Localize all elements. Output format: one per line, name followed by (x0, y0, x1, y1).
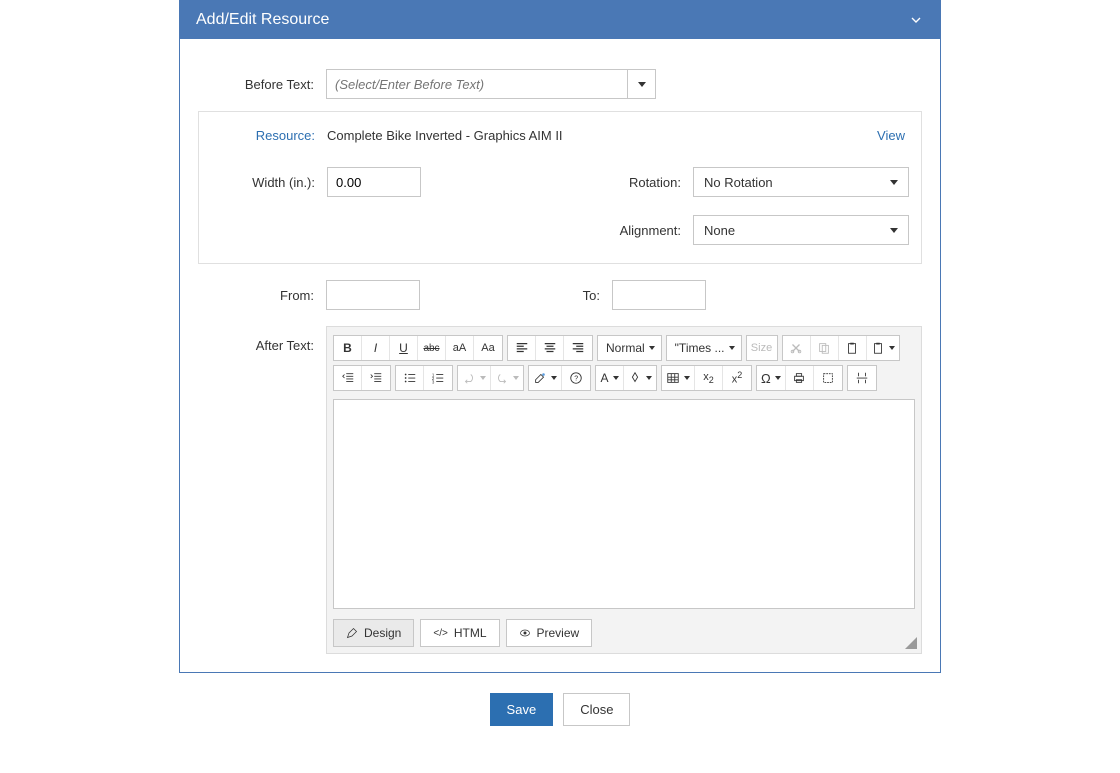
strikethrough-button[interactable]: abc (418, 336, 446, 360)
code-icon: </> (433, 628, 447, 639)
from-input[interactable] (326, 280, 420, 310)
to-input[interactable] (612, 280, 706, 310)
align-left-button[interactable] (508, 336, 536, 360)
print-button[interactable] (786, 366, 814, 390)
before-text-combo[interactable] (326, 69, 656, 99)
modal-header: Add/Edit Resource (180, 1, 940, 39)
rotation-select[interactable]: No Rotation (693, 167, 909, 197)
help-button[interactable]: ? (562, 366, 590, 390)
width-label: Width (in.): (199, 175, 327, 190)
paragraph-format-select[interactable]: Normal (598, 336, 661, 360)
superscript-button[interactable]: x2 (723, 366, 751, 390)
italic-button[interactable]: I (362, 336, 390, 360)
rotation-value: No Rotation (704, 175, 773, 190)
before-text-input[interactable] (327, 70, 627, 98)
format-painter-button[interactable] (529, 366, 562, 390)
number-list-button[interactable]: 123 (424, 366, 452, 390)
font-family-select[interactable]: "Times ... (667, 336, 741, 360)
resource-name: Complete Bike Inverted - Graphics AIM II (327, 128, 563, 143)
close-button[interactable]: Close (563, 693, 630, 726)
svg-text:?: ? (574, 376, 578, 383)
subscript-button[interactable]: x2 (695, 366, 723, 390)
pencil-icon (346, 627, 358, 639)
preview-tab[interactable]: Preview (506, 619, 593, 647)
add-edit-resource-modal: Add/Edit Resource Before Text: View Reso… (179, 0, 941, 673)
eye-icon (519, 627, 531, 639)
resize-handle[interactable] (905, 637, 917, 649)
rotation-label: Rotation: (613, 175, 693, 190)
modal-body: Before Text: View Resource: Complete Bik… (180, 39, 940, 672)
align-center-button[interactable] (536, 336, 564, 360)
highlight-color-button[interactable] (624, 366, 656, 390)
design-tab[interactable]: Design (333, 619, 414, 647)
from-label: From: (198, 288, 326, 303)
editor-content-area[interactable] (333, 399, 915, 609)
width-input[interactable] (327, 167, 421, 197)
modal-title: Add/Edit Resource (196, 11, 329, 29)
font-color-button[interactable]: A (596, 366, 624, 390)
page-break-button[interactable] (848, 366, 876, 390)
editor-toolbar: B I U abc aA Aa Normal (327, 327, 921, 393)
dropdown-arrow-icon (890, 228, 898, 233)
after-text-label: After Text: (198, 326, 326, 353)
undo-button[interactable] (458, 366, 491, 390)
view-link[interactable]: View (877, 128, 905, 143)
paste-button[interactable] (839, 336, 867, 360)
clear-format-button[interactable]: aA (446, 336, 474, 360)
insert-table-button[interactable] (662, 366, 695, 390)
collapse-icon[interactable] (908, 12, 924, 28)
svg-text:3: 3 (432, 379, 435, 384)
paste-options-button[interactable] (867, 336, 899, 360)
modal-footer: Save Close (0, 673, 1120, 746)
resource-panel: View Resource: Complete Bike Inverted - … (198, 111, 922, 264)
rich-text-editor: B I U abc aA Aa Normal (326, 326, 922, 654)
resource-label[interactable]: Resource: (199, 128, 327, 143)
bullet-list-button[interactable] (396, 366, 424, 390)
before-text-label: Before Text: (198, 77, 326, 92)
special-char-button[interactable]: Ω (757, 366, 786, 390)
font-size-select[interactable]: Size (747, 336, 777, 360)
dropdown-arrow-icon (890, 180, 898, 185)
bold-button[interactable]: B (334, 336, 362, 360)
before-text-dropdown-arrow[interactable] (627, 70, 655, 98)
to-label: To: (572, 288, 612, 303)
redo-button[interactable] (491, 366, 523, 390)
alignment-label: Alignment: (613, 223, 693, 238)
underline-button[interactable]: U (390, 336, 418, 360)
align-right-button[interactable] (564, 336, 592, 360)
alignment-select[interactable]: None (693, 215, 909, 245)
html-tab[interactable]: </> HTML (420, 619, 499, 647)
indent-button[interactable] (362, 366, 390, 390)
alignment-value: None (704, 223, 735, 238)
fullscreen-button[interactable] (814, 366, 842, 390)
change-case-button[interactable]: Aa (474, 336, 502, 360)
outdent-button[interactable] (334, 366, 362, 390)
editor-mode-tabs: Design </> HTML Preview (327, 615, 921, 653)
copy-button[interactable] (811, 336, 839, 360)
save-button[interactable]: Save (490, 693, 554, 726)
cut-button[interactable] (783, 336, 811, 360)
